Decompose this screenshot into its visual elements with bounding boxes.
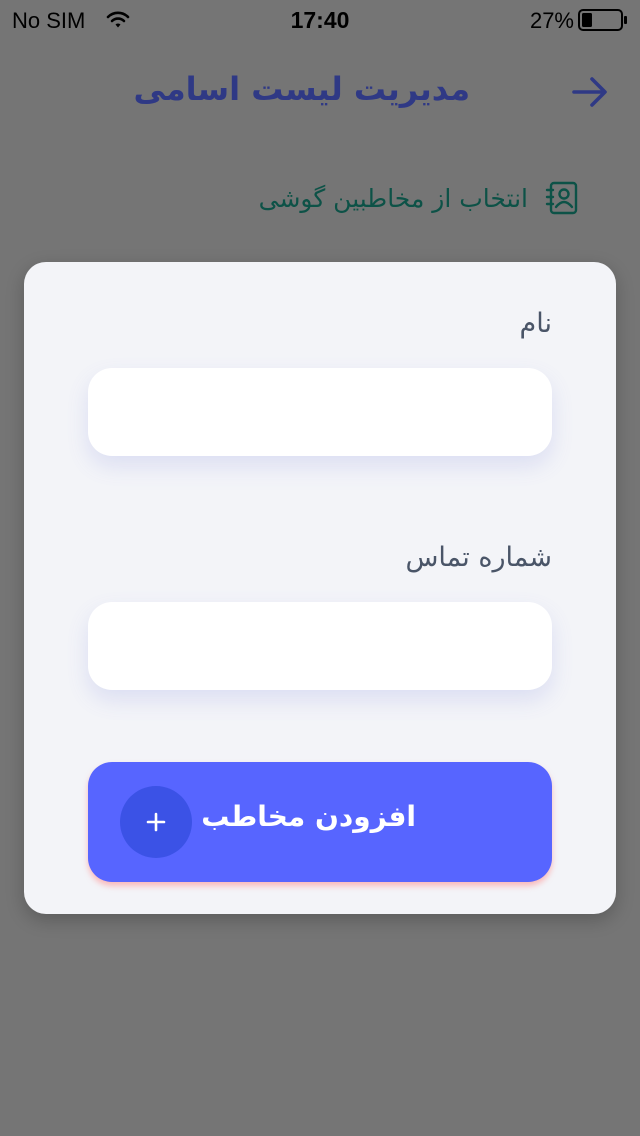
arrow-right-icon	[572, 77, 607, 107]
plus-icon	[146, 812, 166, 832]
name-label: نام	[519, 308, 552, 339]
pick-from-contacts-button[interactable]: انتخاب از مخاطبین گوشی	[259, 172, 580, 224]
battery-icon	[578, 9, 627, 31]
plus-icon-circle	[120, 786, 192, 858]
phone-label: شماره تماس	[405, 542, 552, 573]
status-bar: No SIM 17:40 27%	[0, 0, 640, 42]
battery-percent: 27%	[529, 8, 574, 33]
add-contact-card: نام شماره تماس افزودن مخاطب	[24, 262, 616, 914]
pick-contacts-label: انتخاب از مخاطبین گوشی	[258, 183, 528, 213]
contact-book-icon	[545, 181, 578, 215]
page-title: مدیریت لیست اسامی	[133, 70, 470, 108]
header: مدیریت لیست اسامی	[0, 62, 640, 122]
add-contact-button[interactable]: افزودن مخاطب	[88, 762, 552, 882]
phone-input[interactable]	[88, 602, 552, 690]
name-input[interactable]	[88, 368, 552, 456]
add-contact-label: افزودن مخاطب	[201, 800, 416, 833]
back-button[interactable]	[568, 70, 612, 114]
